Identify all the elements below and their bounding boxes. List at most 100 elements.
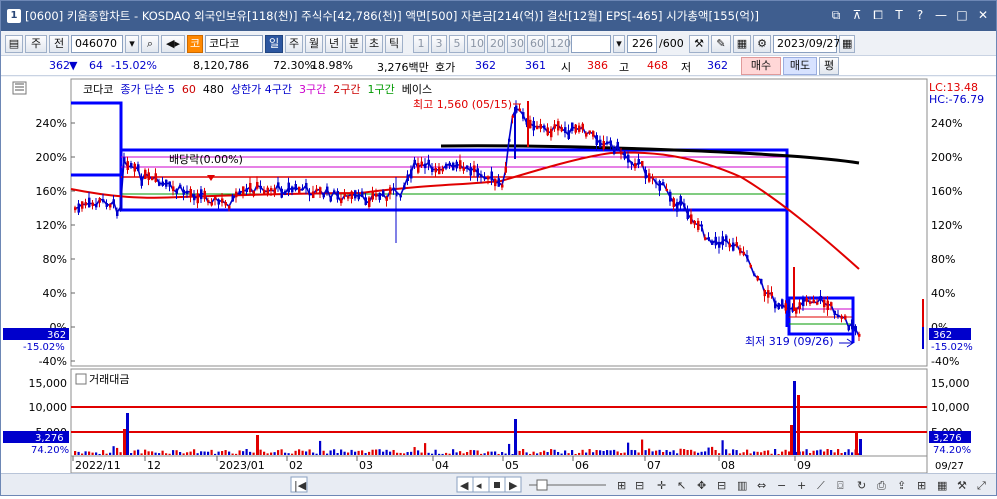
help-icon[interactable]: ? (913, 8, 927, 23)
price-tag-text: 362 (933, 330, 952, 341)
step-120[interactable]: 120 (547, 34, 571, 53)
period-tick[interactable]: 틱 (385, 34, 403, 53)
candle-body (847, 325, 850, 331)
price-panel[interactable] (70, 78, 928, 367)
buy-button[interactable]: 매수 (741, 57, 781, 75)
restore-icon[interactable]: ⧠ (871, 8, 885, 23)
indicator-icon[interactable]: ⚒ (689, 34, 709, 53)
volume-bar (235, 453, 238, 455)
step-10[interactable]: 10 (467, 34, 485, 53)
mode-select-2[interactable]: 전 (49, 34, 69, 53)
crosshair-icon[interactable]: ✛ (657, 479, 666, 492)
camera-icon[interactable]: ⌼ (837, 479, 844, 492)
volume-bar (655, 450, 658, 455)
candle-body (280, 188, 283, 198)
tool-icon[interactable]: ⚒ (957, 479, 967, 492)
code-input[interactable]: 046070 (71, 34, 123, 53)
candle-body (560, 127, 563, 132)
print-icon[interactable]: ⎙ (877, 479, 886, 492)
period-minute[interactable]: 분 (345, 34, 363, 53)
step-3[interactable]: 3 (431, 34, 447, 53)
link-icon[interactable]: ⧉ (829, 8, 843, 23)
candle-body (578, 125, 581, 132)
candle-body (105, 203, 108, 207)
plus-icon[interactable]: + (797, 479, 806, 492)
period-month[interactable]: 월 (305, 34, 323, 53)
chevron-down-icon[interactable]: ▾ (613, 34, 625, 53)
draw-icon[interactable]: ✎ (711, 34, 731, 53)
candle-body (490, 171, 493, 181)
period-year[interactable]: 년 (325, 34, 343, 53)
candle-body (567, 130, 570, 139)
save-icon[interactable]: ▦ (733, 34, 751, 53)
reset-icon[interactable]: ↻ (857, 479, 866, 492)
export-icon[interactable]: ⇪ (897, 479, 906, 492)
vol-tag-text: 3,276 (933, 433, 962, 444)
mode-select[interactable]: 주 (25, 34, 47, 53)
candle-body (326, 186, 329, 193)
layout-icon[interactable]: ▤ (5, 34, 23, 53)
chevron-down-icon[interactable]: ▾ (125, 34, 139, 53)
grid-icon[interactable]: ⊞ (917, 479, 926, 492)
calendar-icon[interactable]: ▦ (839, 34, 855, 53)
gear-icon[interactable]: ⚙ (753, 34, 771, 53)
chart-type-icon[interactable]: ▥ (737, 479, 747, 492)
volume-bar (469, 449, 472, 455)
pan-icon[interactable]: ✥ (697, 479, 706, 492)
search-icon[interactable]: ⌕ (141, 34, 159, 53)
step-1[interactable]: 1 (413, 34, 429, 53)
volume-bar (550, 449, 553, 455)
expand-icon[interactable]: ⤢ (977, 479, 986, 492)
maximize-icon[interactable]: □ (955, 8, 969, 23)
volume-bar (343, 451, 346, 455)
period-second[interactable]: 초 (365, 34, 383, 53)
font-icon[interactable]: T (892, 8, 906, 23)
volume-bar (585, 452, 588, 455)
candle-body (371, 191, 374, 200)
period-day[interactable]: 일 (265, 34, 283, 53)
volume-bar (574, 453, 577, 455)
custom-step-input[interactable] (571, 34, 611, 53)
candle-body (613, 148, 616, 154)
split-icon[interactable]: ⊟ (717, 479, 726, 492)
date-input[interactable]: 2023/09/27 (773, 34, 840, 53)
candle-body (707, 237, 710, 240)
period-week[interactable]: 주 (285, 34, 303, 53)
candle-body (186, 190, 189, 194)
candle-body (739, 248, 742, 254)
candle-body (539, 124, 542, 129)
low-label: 저 (681, 61, 692, 74)
close-icon[interactable]: ✕ (976, 8, 990, 23)
stock-name[interactable]: 코다코 (205, 34, 263, 53)
candle-body (616, 141, 619, 150)
flat-button[interactable]: 평 (819, 57, 839, 75)
candle-body (238, 190, 241, 195)
volume-bar (753, 451, 756, 455)
zoom-in-icon[interactable]: ⊞ (617, 479, 626, 492)
chart-area[interactable]: 240% 240% 200% 200% 160% 160% 120% 120% 80% 80% 40… (1, 77, 996, 474)
count-input[interactable]: 226 (627, 34, 657, 53)
step-5[interactable]: 5 (449, 34, 465, 53)
volume-bar (403, 453, 406, 455)
compare-icon[interactable]: ⇔ (757, 479, 766, 492)
pin-icon[interactable]: ⊼ (850, 8, 864, 23)
candle-body (805, 297, 808, 302)
candle-body (721, 236, 724, 246)
candle-body (700, 224, 703, 227)
step-30[interactable]: 30 (507, 34, 525, 53)
layout-icon[interactable]: ▦ (937, 479, 947, 492)
zoom-slider-thumb[interactable] (536, 479, 548, 491)
step-20[interactable]: 20 (487, 34, 505, 53)
candle-body (347, 195, 350, 199)
volume-bar (389, 451, 392, 455)
minimize-icon[interactable]: — (934, 8, 948, 23)
candle-body (823, 299, 826, 308)
volume-settings-icon[interactable] (75, 373, 87, 385)
sell-button[interactable]: 매도 (783, 57, 817, 75)
line-icon[interactable]: ⟋ (817, 479, 825, 492)
cursor-icon[interactable]: ↖ (677, 479, 686, 492)
minus-icon[interactable]: − (777, 479, 786, 492)
zoom-out-icon[interactable]: ⊟ (635, 479, 644, 492)
sound-icon[interactable]: ◀▸ (161, 34, 185, 53)
step-60[interactable]: 60 (527, 34, 545, 53)
